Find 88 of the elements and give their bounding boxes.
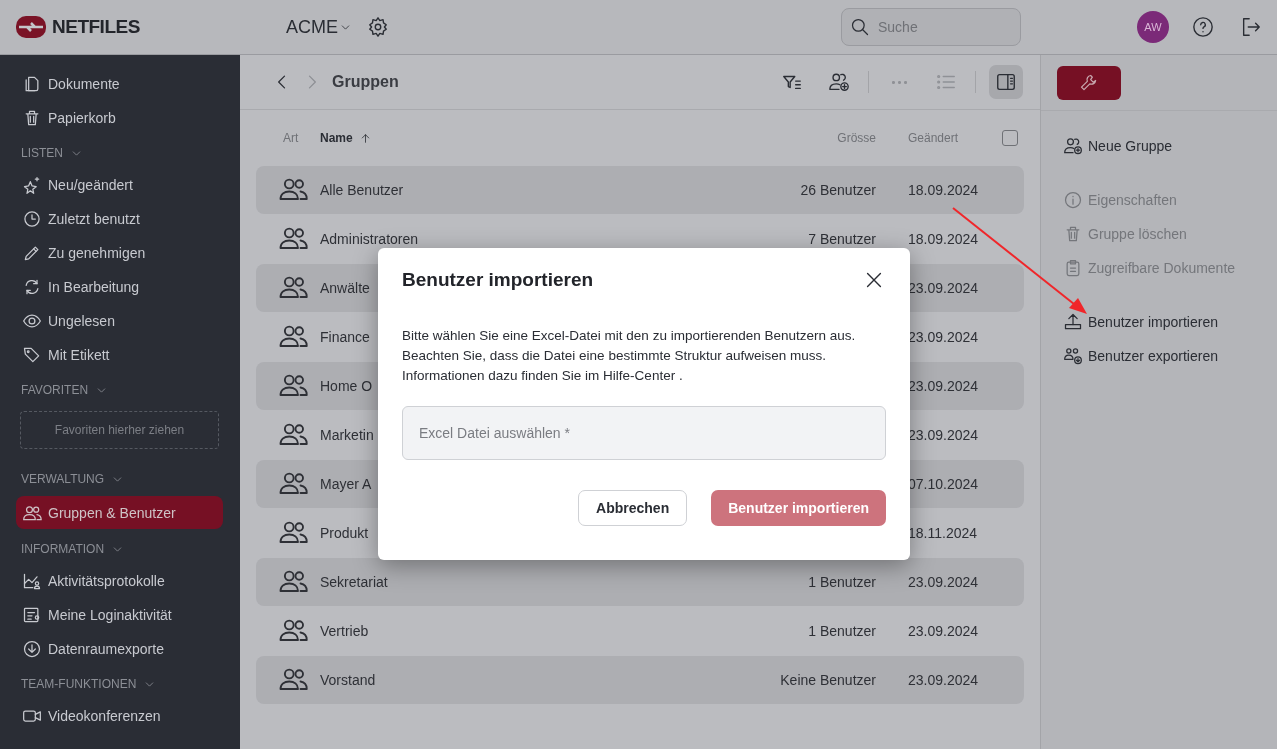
logout-icon <box>1240 16 1262 38</box>
table-cell: 1 Benutzer <box>808 574 876 590</box>
dialog-text: Beachten Sie, dass die Datei eine bestimmte Struktur aufweisen muss. <box>402 347 827 365</box>
drop-zone: Favoriten hierher ziehen <box>20 411 219 449</box>
table-cell: 23.09.2024 <box>908 378 979 394</box>
table-cell: Marketin <box>320 427 374 443</box>
table-cell: Alle Benutzer <box>320 182 404 198</box>
dialog-text: Informationen dazu finden Sie im Hilfe-Center . <box>402 367 684 385</box>
download-icon <box>22 639 42 659</box>
settings-button[interactable] <box>366 15 390 39</box>
sidebar-item[interactable]: Dokumente <box>16 67 223 101</box>
sidebar-item[interactable]: Zu genehmigen <box>16 236 223 270</box>
table-cell: 23.09.2024 <box>908 574 979 590</box>
table-cell: 1 Benutzer <box>808 623 876 639</box>
workspace-dropdown[interactable]: ACME <box>286 16 352 38</box>
section-header[interactable]: FAVORITEN <box>21 379 223 401</box>
panel-toggle-button[interactable] <box>989 65 1023 99</box>
sidebar-item[interactable]: In Bearbeitung <box>16 270 223 304</box>
wrench-icon <box>1079 72 1099 93</box>
table-cell: 23.09.2024 <box>908 672 979 688</box>
table-cell: Finance <box>320 329 370 345</box>
users-download-icon <box>1063 346 1083 366</box>
sparkle-star-icon <box>22 175 42 195</box>
table-row[interactable]: Vorstand Keine Benutzer 23.09.2024 <box>256 656 1024 704</box>
clock-icon <box>22 209 42 229</box>
table-cell: 26 Benutzer <box>800 182 876 198</box>
section-header[interactable]: LISTEN <box>21 142 223 164</box>
panel-icon <box>995 71 1017 93</box>
table-cell: Administratoren <box>320 231 419 247</box>
sidebar-item[interactable]: Videokonferenzen <box>16 699 223 733</box>
sidebar-item[interactable]: Aktivitätsprotokolle <box>16 564 223 598</box>
action-item[interactable]: Neue Gruppe <box>1063 129 1277 163</box>
table-cell: 23.09.2024 <box>908 280 979 296</box>
table-cell: Anwälte <box>320 280 370 296</box>
search-field[interactable]: Suche <box>841 8 1021 46</box>
sidebar-item[interactable]: Meine Loginaktivität <box>16 598 223 632</box>
gear-icon <box>367 16 389 38</box>
table-row[interactable]: Sekretariat 1 Benutzer 23.09.2024 <box>256 558 1024 606</box>
breadcrumb: Gruppen <box>332 73 399 91</box>
table-cell: Keine Benutzer <box>780 672 876 688</box>
checkbox[interactable] <box>1002 130 1018 146</box>
section-header[interactable]: VERWALTUNG <box>21 468 223 490</box>
avatar[interactable]: AW <box>1137 11 1169 43</box>
table-cell: 23.09.2024 <box>908 623 979 639</box>
chart-icon <box>22 571 42 591</box>
table-cell: Home O <box>320 378 373 394</box>
tag-icon <box>22 345 42 365</box>
more-icon <box>891 80 907 84</box>
add-user-icon <box>1063 136 1083 156</box>
section-header[interactable]: INFORMATION <box>21 538 223 560</box>
search-icon <box>850 17 870 37</box>
action-item[interactable]: Benutzer exportieren <box>1063 339 1277 373</box>
upload-icon <box>1063 312 1083 332</box>
help-button[interactable] <box>1191 15 1215 39</box>
info-icon <box>1063 190 1083 210</box>
sidebar-item[interactable]: Neu/geändert <box>16 168 223 202</box>
cancel-button[interactable]: Abbrechen <box>578 490 688 526</box>
table-cell: 07.10.2024 <box>908 476 979 492</box>
table-cell: 23.09.2024 <box>908 427 979 443</box>
table-cell: Sekretariat <box>320 574 388 590</box>
action-item[interactable]: Benutzer importieren <box>1063 305 1277 339</box>
table-cell: Produkt <box>320 525 369 541</box>
column-header[interactable]: Name <box>320 131 676 145</box>
table-cell: Mayer A <box>320 476 372 492</box>
dialog-text: Bitte wählen Sie eine Excel-Datei mit den zu importierenden Benutzern aus. <box>402 327 857 345</box>
table-cell: 18.09.2024 <box>908 231 979 247</box>
logo-text: NETFILES <box>52 16 140 38</box>
sidebar-item[interactable]: Datenraumexporte <box>16 632 223 666</box>
table-cell: 23.09.2024 <box>908 329 979 345</box>
table-cell: Vorstand <box>320 672 376 688</box>
add-user-icon <box>828 71 850 93</box>
dialog-title: Benutzer importieren <box>402 269 594 291</box>
tools-button[interactable] <box>1057 65 1121 100</box>
sidebar-item[interactable]: Papierkorb <box>16 101 223 135</box>
table-cell: 7 Benutzer <box>808 231 876 247</box>
logo-icon <box>16 16 46 38</box>
table-cell: Vertrieb <box>320 623 369 639</box>
sidebar-item[interactable]: Gruppen & Benutzer <box>16 496 223 529</box>
table-cell: 18.09.2024 <box>908 182 979 198</box>
file-input-field[interactable]: Excel Datei auswählen * <box>402 406 886 460</box>
sidebar-item[interactable]: Mit Etikett <box>16 338 223 372</box>
sidebar-item[interactable]: Zuletzt benutzt <box>16 202 223 236</box>
help-icon <box>1192 16 1214 38</box>
sidebar-item[interactable]: Ungelesen <box>16 304 223 338</box>
section-header[interactable]: TEAM-FUNKTIONEN <box>21 673 223 695</box>
table-cell: 18.11.2024 <box>908 525 978 541</box>
table-row[interactable]: Alle Benutzer 26 Benutzer 18.09.2024 <box>256 166 1024 214</box>
list-user-icon <box>22 605 42 625</box>
